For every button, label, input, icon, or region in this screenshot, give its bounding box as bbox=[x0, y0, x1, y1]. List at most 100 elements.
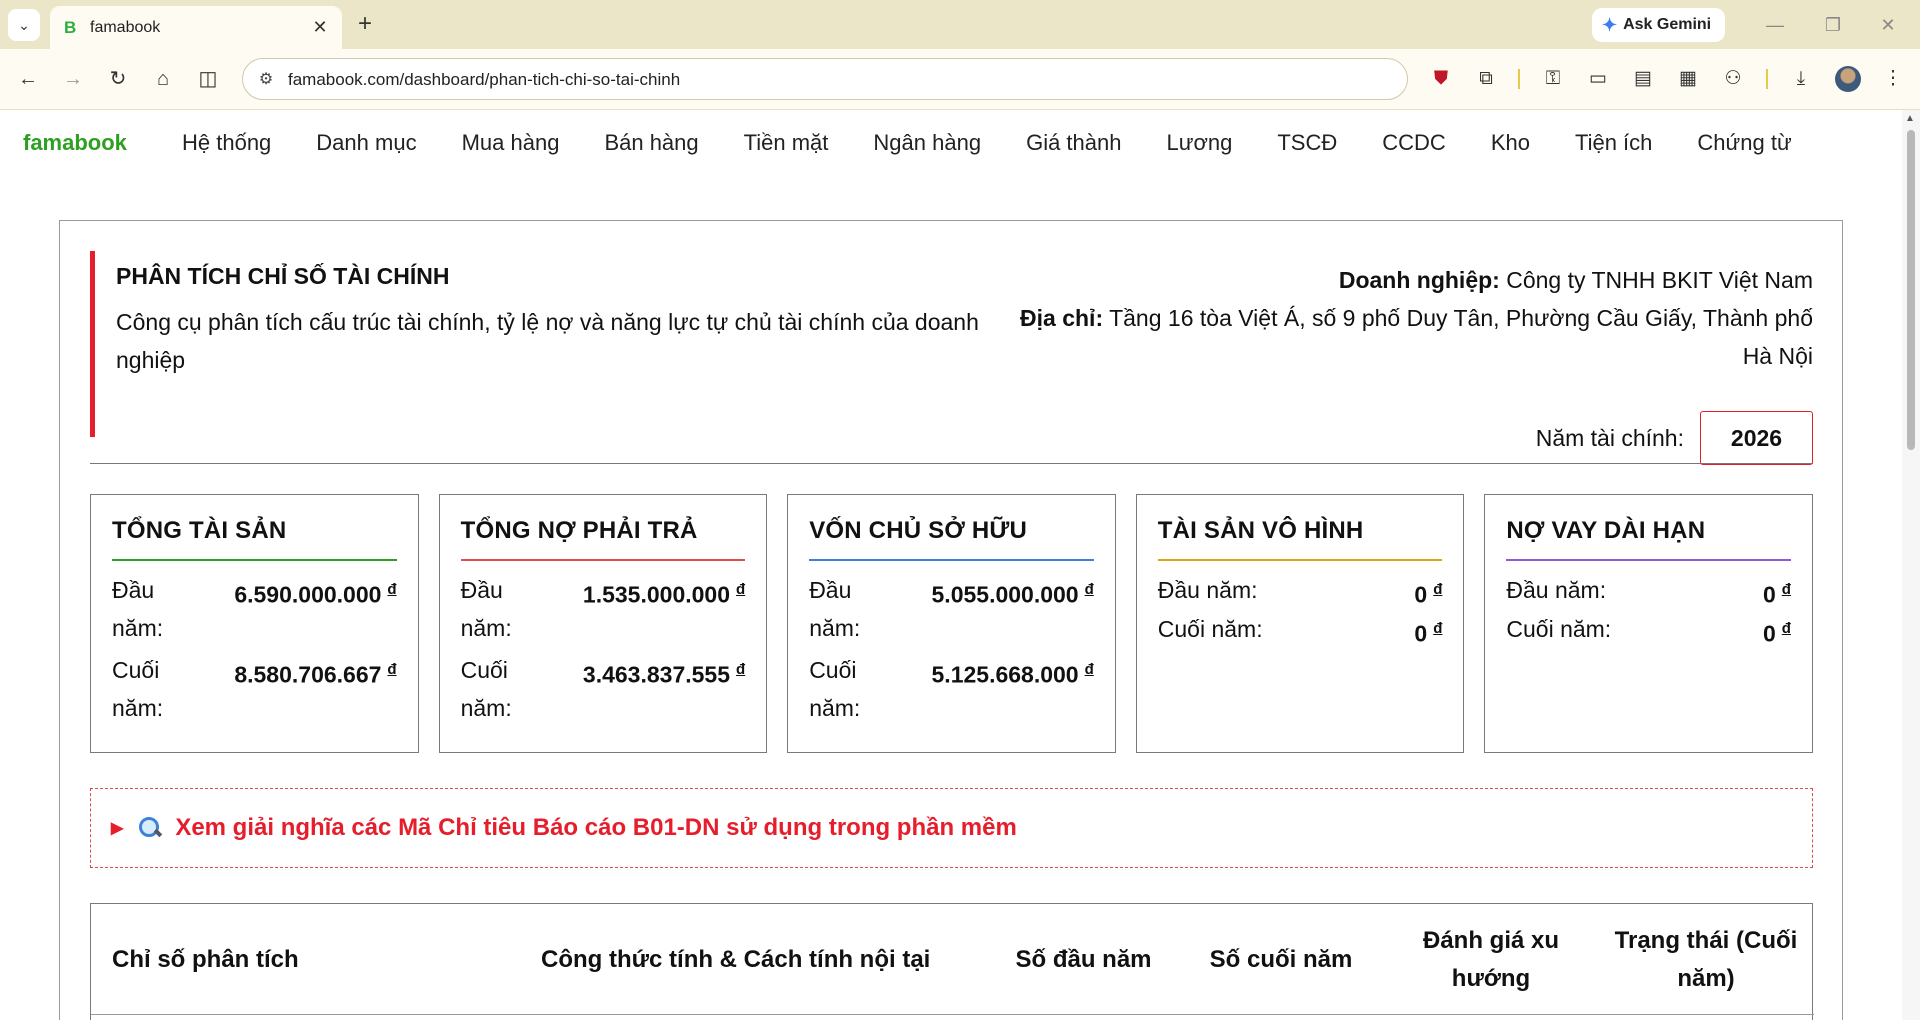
reload-icon[interactable]: ↻ bbox=[102, 63, 134, 95]
url-text: famabook.com/dashboard/phan-tich-chi-so-… bbox=[288, 70, 681, 89]
toolbar-divider bbox=[1766, 69, 1768, 89]
kpi-end-amount: 0 bbox=[1414, 620, 1428, 647]
kpi-end-value: 8.580.706.667 đ bbox=[234, 651, 396, 727]
password-key-icon[interactable]: ⚿ bbox=[1538, 63, 1568, 95]
menu-item-ccdc[interactable]: CCDC bbox=[1382, 130, 1446, 156]
kpi-title: TỔNG NỢ PHẢI TRẢ bbox=[460, 517, 746, 561]
company-name: Công ty TNHH BKIT Việt Nam bbox=[1506, 267, 1813, 293]
page-scrollbar[interactable]: ▲ bbox=[1902, 110, 1920, 1020]
currency-symbol: đ bbox=[736, 581, 746, 598]
currency-symbol: đ bbox=[1781, 619, 1791, 637]
menu-item-ban-hang[interactable]: Bán hàng bbox=[604, 130, 698, 156]
payment-card-icon[interactable]: ▭ bbox=[1583, 63, 1613, 95]
profile-avatar[interactable] bbox=[1835, 66, 1861, 92]
close-window-icon[interactable]: ✕ bbox=[1868, 10, 1908, 40]
kpi-start-label: Đầu năm: bbox=[809, 577, 861, 641]
kpi-end-row: Cuối năm: 8.580.706.667 đ bbox=[112, 651, 397, 727]
kpi-start-row: Đầu năm: 6.590.000.000 đ bbox=[112, 571, 397, 647]
top-navigation: famabook Hệ thống Danh mục Mua hàng Bán … bbox=[0, 110, 1902, 180]
currency-symbol: đ bbox=[387, 581, 397, 598]
close-tab-icon[interactable]: ✕ bbox=[308, 15, 332, 39]
menu-item-luong[interactable]: Lương bbox=[1166, 130, 1232, 156]
browser-tab-active[interactable]: B famabook ✕ bbox=[50, 6, 342, 49]
kpi-end-row: Cuối năm: 5.125.668.000 đ bbox=[809, 651, 1094, 727]
table-header-divider bbox=[91, 1014, 1814, 1015]
home-icon[interactable]: ⌂ bbox=[147, 63, 179, 95]
currency-symbol: đ bbox=[1084, 581, 1094, 598]
currency-symbol: đ bbox=[736, 661, 746, 678]
col-header-indicator: Chỉ số phân tích bbox=[112, 946, 299, 973]
kpi-card-total-assets: TỔNG TÀI SẢN Đầu năm: 6.590.000.000 đ Cuối… bbox=[90, 494, 419, 753]
col-header-status: Trạng thái (Cuối năm) bbox=[1614, 927, 1798, 992]
menu-item-danh-muc[interactable]: Danh mục bbox=[316, 130, 416, 156]
address-line: Địa chỉ: Tầng 16 tòa Việt Á, số 9 phố Du… bbox=[993, 299, 1813, 375]
company-line: Doanh nghiệp: Công ty TNHH BKIT Việt Nam bbox=[993, 261, 1813, 299]
kpi-end-row: Cuối năm: 3.463.837.555 đ bbox=[461, 651, 746, 727]
kpi-end-value: 0đ bbox=[1414, 610, 1442, 653]
fiscal-year-label: Năm tài chính: bbox=[1535, 424, 1684, 451]
main-menu: Hệ thống Danh mục Mua hàng Bán hàng Tiền… bbox=[182, 130, 1837, 156]
kpi-end-amount: 3.463.837.555 bbox=[582, 661, 731, 688]
toolbar-divider bbox=[1518, 69, 1520, 89]
tab-search-button[interactable]: ⌄ bbox=[8, 9, 40, 41]
kpi-title: TÀI SẢN VÔ HÌNH bbox=[1157, 517, 1443, 561]
kpi-title: TỔNG TÀI SẢN bbox=[112, 517, 397, 561]
ratio-table: Chỉ số phân tích Công thức tính & Cách t… bbox=[90, 903, 1814, 1020]
kpi-card-equity: VỐN CHỦ SỞ HỮU Đầu năm: 5.055.000.000 đ Cu… bbox=[787, 494, 1116, 753]
back-arrow-icon[interactable]: ← bbox=[12, 63, 44, 95]
scrollbar-thumb[interactable] bbox=[1907, 130, 1915, 450]
kpi-card-long-term-loans: NỢ VAY DÀI HẠN Đầu năm: 0 đ Cuối năm: 0 đ bbox=[1484, 494, 1813, 753]
split-view-icon[interactable]: ◫ bbox=[192, 63, 224, 95]
menu-item-tien-ich[interactable]: Tiện ích bbox=[1575, 130, 1652, 156]
currency-symbol: đ bbox=[1433, 619, 1443, 637]
kpi-start-row: Đầu năm: 0 đ bbox=[1158, 571, 1443, 614]
kpi-end-label: Cuối năm: bbox=[809, 657, 861, 721]
scroll-up-arrow-icon[interactable]: ▲ bbox=[1905, 113, 1915, 124]
forward-arrow-icon[interactable]: → bbox=[57, 63, 89, 95]
menu-item-kho[interactable]: Kho bbox=[1491, 130, 1530, 156]
page-viewport: famabook Hệ thống Danh mục Mua hàng Bán … bbox=[0, 110, 1902, 1020]
kpi-end-label: Cuối năm: bbox=[1506, 615, 1612, 642]
kpi-card-total-liabilities: TỔNG NỢ PHẢI TRẢ Đầu năm: 1.535.000.000 đ … bbox=[438, 494, 768, 753]
menu-item-ngan-hang[interactable]: Ngân hàng bbox=[873, 130, 981, 156]
expand-triangle-icon: ▶ bbox=[111, 820, 124, 837]
analysis-card: PHÂN TÍCH CHỈ SỐ TÀI CHÍNH Công cụ phân … bbox=[59, 220, 1843, 1020]
fiscal-year-input[interactable]: 2026 bbox=[1700, 411, 1813, 465]
tab-layout-icon[interactable]: ▦ bbox=[1673, 63, 1703, 95]
magnifier-icon bbox=[137, 815, 163, 841]
kpi-start-value: 5.055.000.000 đ bbox=[932, 571, 1094, 647]
kpi-start-value: 1.535.000.000 đ bbox=[583, 571, 745, 647]
menu-item-chung-tu[interactable]: Chứng từ bbox=[1697, 130, 1791, 156]
currency-symbol: đ bbox=[1781, 581, 1791, 598]
restore-window-icon[interactable]: ❐ bbox=[1813, 10, 1853, 40]
company-address: Tầng 16 tòa Việt Á, số 9 phố Duy Tân, Ph… bbox=[1109, 305, 1813, 369]
menu-item-gia-thanh[interactable]: Giá thành bbox=[1026, 130, 1121, 156]
minimize-window-icon[interactable]: — bbox=[1755, 10, 1795, 40]
site-info-icon[interactable]: ⚙ bbox=[255, 69, 277, 91]
kpi-end-label: Cuối năm: bbox=[1157, 615, 1263, 642]
shield-extension-icon[interactable]: ⛊ bbox=[1426, 63, 1456, 95]
menu-item-tscd[interactable]: TSCĐ bbox=[1277, 130, 1337, 156]
more-menu-icon[interactable]: ⋮ bbox=[1878, 63, 1908, 95]
menu-item-he-thong[interactable]: Hệ thống bbox=[182, 130, 271, 156]
kpi-cards: TỔNG TÀI SẢN Đầu năm: 6.590.000.000 đ Cuối… bbox=[90, 494, 1813, 753]
kpi-end-value: 0đ bbox=[1763, 610, 1791, 653]
brand-logo[interactable]: famabook bbox=[23, 130, 127, 156]
glossary-toggle[interactable]: ▶ Xem giải nghĩa các Mã Chỉ tiêu Báo cáo… bbox=[90, 788, 1813, 868]
currency-symbol: đ bbox=[1084, 661, 1094, 678]
menu-item-tien-mat[interactable]: Tiền mặt bbox=[744, 130, 829, 156]
menu-item-mua-hang[interactable]: Mua hàng bbox=[462, 130, 560, 156]
kpi-start-value: 0đ bbox=[1763, 571, 1791, 614]
currency-symbol: đ bbox=[387, 661, 397, 678]
extensions-puzzle-icon[interactable]: ⧉ bbox=[1471, 63, 1501, 95]
page-description: Công cụ phân tích cấu trúc tài chính, tỷ… bbox=[116, 309, 979, 373]
new-tab-button[interactable]: + bbox=[350, 10, 380, 40]
download-icon[interactable]: ⤓ bbox=[1786, 63, 1816, 95]
kpi-start-row: Đầu năm: 5.055.000.000 đ bbox=[809, 571, 1094, 647]
page-title: PHÂN TÍCH CHỈ SỐ TÀI CHÍNH bbox=[116, 263, 450, 289]
kpi-title: VỐN CHỦ SỞ HỮU bbox=[809, 517, 1094, 561]
address-bar[interactable]: ⚙ famabook.com/dashboard/phan-tich-chi-s… bbox=[242, 58, 1408, 100]
reading-mode-icon[interactable]: ▤ bbox=[1628, 63, 1658, 95]
ask-gemini-button[interactable]: ✦ Ask Gemini bbox=[1592, 8, 1725, 42]
incognito-icon[interactable]: ⚇ bbox=[1718, 63, 1748, 95]
